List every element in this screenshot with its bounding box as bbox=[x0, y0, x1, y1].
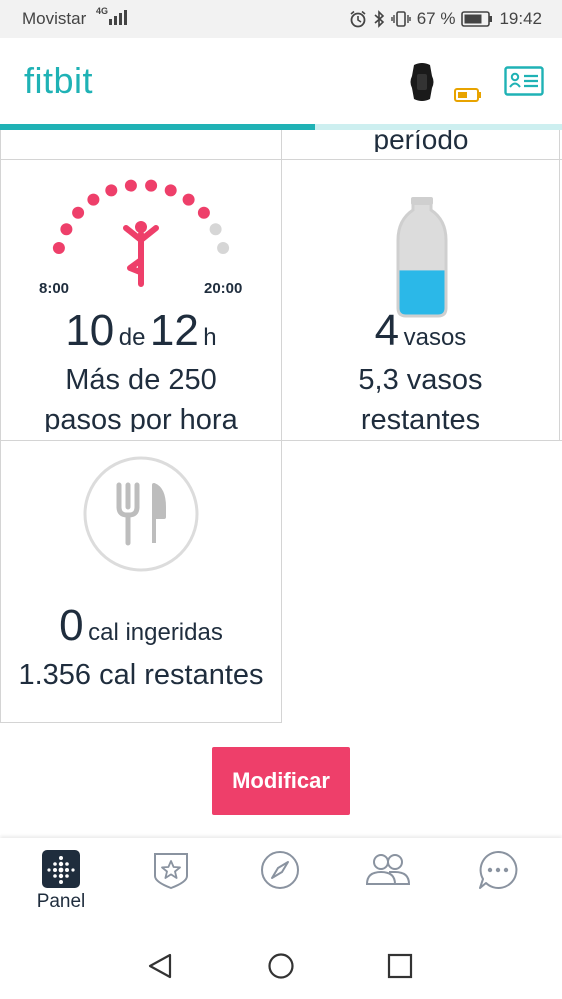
tab-discover[interactable] bbox=[240, 850, 320, 920]
battery-percent: 67 % bbox=[416, 9, 456, 28]
grid-divider-row3 bbox=[0, 722, 282, 723]
back-icon[interactable] bbox=[146, 952, 174, 980]
tab-messages[interactable] bbox=[458, 850, 538, 920]
end-time-label: 20:00 bbox=[204, 280, 243, 297]
hour-dot bbox=[60, 223, 73, 236]
hourly-value: 10 de 12 h bbox=[65, 306, 217, 355]
compass-icon bbox=[261, 851, 299, 889]
water-sub: 5,3 vasos bbox=[358, 364, 483, 396]
hour-dot bbox=[209, 223, 222, 236]
water-value: 4 vasos bbox=[374, 306, 467, 355]
tab-community[interactable] bbox=[348, 850, 428, 920]
water-tile[interactable]: 4 vasos 5,3 vasos restantes bbox=[282, 160, 559, 440]
previous-tile-text: período bbox=[373, 130, 469, 152]
hour-dot bbox=[105, 184, 118, 197]
carrier-name: Movistar bbox=[22, 9, 87, 28]
start-time-label: 8:00 bbox=[39, 280, 70, 297]
bluetooth-icon bbox=[374, 10, 384, 28]
hour-dot bbox=[182, 193, 195, 206]
hour-dot bbox=[145, 179, 158, 192]
system-nav-bar bbox=[0, 926, 562, 999]
water-bottle-icon bbox=[396, 197, 448, 318]
chat-icon bbox=[479, 850, 518, 889]
hourly-sub2: pasos por hora bbox=[44, 404, 238, 432]
clock-time: 19:42 bbox=[499, 9, 542, 28]
tab-challenges[interactable] bbox=[131, 850, 211, 920]
hourly-activity-tile[interactable]: 8:00 20:00 10 de 12 h Más de 250 pasos p… bbox=[1, 160, 281, 440]
challenges-star-icon bbox=[154, 853, 188, 890]
hour-dot bbox=[124, 179, 137, 192]
network-type: 4G bbox=[96, 6, 109, 16]
tracker-device-icon[interactable] bbox=[408, 62, 436, 102]
hour-dot bbox=[164, 184, 177, 197]
bottom-tab-bar: Panel bbox=[0, 838, 562, 926]
friends-icon bbox=[365, 854, 411, 885]
food-tile[interactable]: 0 cal ingeridas 1.356 cal restantes bbox=[1, 441, 281, 722]
hourly-sub: Más de 250 bbox=[65, 364, 217, 396]
hour-dot bbox=[197, 206, 210, 219]
battery-icon bbox=[461, 11, 493, 27]
tab-panel[interactable]: Panel bbox=[21, 850, 101, 920]
hour-dot bbox=[52, 242, 65, 254]
profile-card-icon[interactable] bbox=[504, 66, 544, 96]
status-bar: Movistar 4G 67 % 19:42 bbox=[0, 0, 562, 38]
home-icon[interactable] bbox=[267, 952, 295, 980]
modify-button[interactable]: Modificar bbox=[212, 747, 350, 815]
hour-dot bbox=[217, 242, 230, 254]
recents-icon[interactable] bbox=[386, 952, 414, 980]
hour-dot bbox=[72, 206, 85, 219]
alarm-icon bbox=[350, 10, 366, 28]
dashboard-icon bbox=[42, 850, 80, 888]
active-figure-icon bbox=[123, 221, 159, 287]
food-value: 0 cal ingeridas bbox=[59, 601, 223, 650]
vibrate-icon bbox=[391, 11, 411, 27]
grid-divider-right bbox=[559, 130, 560, 441]
fitbit-logo: fitbit bbox=[24, 60, 94, 101]
hour-dot bbox=[87, 193, 100, 206]
fork-knife-icon bbox=[83, 456, 199, 572]
sync-progress-fill bbox=[0, 124, 315, 130]
app-header: fitbit bbox=[0, 38, 562, 126]
tab-panel-label: Panel bbox=[36, 891, 86, 912]
signal-icon bbox=[109, 10, 127, 25]
water-sub2: restantes bbox=[360, 404, 481, 432]
food-sub: 1.356 cal restantes bbox=[18, 659, 264, 691]
tracker-battery-icon bbox=[454, 88, 481, 102]
